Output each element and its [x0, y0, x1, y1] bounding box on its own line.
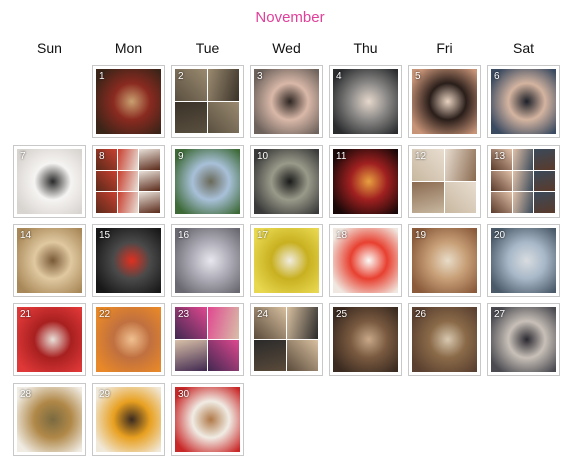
calendar-day-29[interactable]: 29 [92, 383, 165, 456]
day-number: 18 [336, 230, 348, 241]
day-number: 30 [178, 389, 190, 400]
calendar-day-13[interactable]: 13 [487, 145, 560, 218]
penguin-cake-photo: 7 [17, 149, 82, 214]
day-number: 7 [20, 151, 26, 162]
day-number: 12 [415, 151, 427, 162]
day-number: 26 [415, 309, 427, 320]
photo-collage: 23 [175, 307, 240, 372]
photo-collage: 8 [96, 149, 161, 214]
coffee-bag-photo: 29 [96, 387, 161, 452]
day-number: 9 [178, 151, 184, 162]
photo-collage: 2 [175, 69, 240, 134]
day-number: 29 [99, 389, 111, 400]
day-number: 5 [415, 71, 421, 82]
day-number: 11 [336, 151, 347, 162]
calendar-day-9[interactable]: 9 [171, 145, 244, 218]
dessert-plate-photo: 30 [175, 387, 240, 452]
calendar-day-25[interactable]: 25 [329, 303, 402, 376]
day-number: 10 [257, 151, 269, 162]
day-number: 21 [20, 309, 32, 320]
hotel-sign-photo: 16 [175, 228, 240, 293]
calendar-day-24[interactable]: 24 [250, 303, 323, 376]
calendar-day-26[interactable]: 26 [408, 303, 481, 376]
day-number: 17 [257, 230, 269, 241]
selfie-photo: 22 [96, 307, 161, 372]
calendar-day-8[interactable]: 8 [92, 145, 165, 218]
calendar-day-5[interactable]: 5 [408, 65, 481, 138]
calendar-day-11[interactable]: 11 [329, 145, 402, 218]
day-number: 24 [257, 309, 269, 320]
day-number: 27 [494, 309, 506, 320]
day-number: 6 [494, 71, 500, 82]
day-number: 22 [99, 309, 111, 320]
friends-sunglasses-photo: 5 [412, 69, 477, 134]
plated-food-photo: 21 [17, 307, 82, 372]
calendar-day-23[interactable]: 23 [171, 303, 244, 376]
calendar-day-19[interactable]: 19 [408, 224, 481, 297]
day-number: 3 [257, 71, 263, 82]
dog-photo: 14 [17, 228, 82, 293]
calendar-day-17[interactable]: 17 [250, 224, 323, 297]
calendar-day-30[interactable]: 30 [171, 383, 244, 456]
weekday-label-wed: Wed [272, 40, 301, 56]
day-number: 28 [20, 389, 32, 400]
weekday-label-fri: Fri [436, 40, 453, 56]
dessert-plate-photo: 18 [333, 228, 398, 293]
dog-photo: 24 [254, 307, 319, 372]
fireplace-room-photo: 25 [333, 307, 398, 372]
day-number: 15 [99, 230, 111, 241]
calendar-day-18[interactable]: 18 [329, 224, 402, 297]
day-number: 19 [415, 230, 427, 241]
day-number: 23 [178, 309, 190, 320]
calendar-day-2[interactable]: 2 [171, 65, 244, 138]
day-number: 14 [20, 230, 32, 241]
calendar-day-10[interactable]: 10 [250, 145, 323, 218]
calendar-day-6[interactable]: 6 [487, 65, 560, 138]
day-number: 1 [99, 71, 105, 82]
window-photo: 20 [491, 228, 556, 293]
room-interior-photo: 12 [412, 149, 477, 214]
food-bowl-photo: 17 [254, 228, 319, 293]
calendar-day-21[interactable]: 21 [13, 303, 86, 376]
car-dashboard-photo: 15 [96, 228, 161, 293]
day-number: 2 [178, 71, 184, 82]
building-person-photo: 10 [254, 149, 319, 214]
group-photo: 27 [491, 307, 556, 372]
car-selfie-photo: 4 [333, 69, 398, 134]
calendar-day-4[interactable]: 4 [329, 65, 402, 138]
selfie-photo: 6 [491, 69, 556, 134]
calendar-day-27[interactable]: 27 [487, 303, 560, 376]
stage-theater-photo: 11 [333, 149, 398, 214]
food-plate-photo: 28 [17, 387, 82, 452]
calendar-day-14[interactable]: 14 [13, 224, 86, 297]
weekday-label-sat: Sat [512, 40, 534, 56]
calendar-day-1[interactable]: 1 [92, 65, 165, 138]
weekday-label-tue: Tue [195, 40, 220, 56]
christmas-decor-photo: 1 [96, 69, 161, 134]
calendar-day-7[interactable]: 7 [13, 145, 86, 218]
dinner-table-photo: 19 [412, 228, 477, 293]
street-trees-photo: 9 [175, 149, 240, 214]
weekday-label-thu: Thu [353, 40, 378, 56]
day-number: 20 [494, 230, 506, 241]
month-title: November [255, 9, 325, 26]
calendar-day-15[interactable]: 15 [92, 224, 165, 297]
calendar-day-28[interactable]: 28 [13, 383, 86, 456]
calendar-day-16[interactable]: 16 [171, 224, 244, 297]
day-number: 25 [336, 309, 348, 320]
day-number: 13 [494, 151, 506, 162]
day-number: 8 [99, 151, 105, 162]
selfie-photo: 3 [254, 69, 319, 134]
dining-room-photo: 26 [412, 307, 477, 372]
calendar-day-22[interactable]: 22 [92, 303, 165, 376]
calendar-day-3[interactable]: 3 [250, 65, 323, 138]
weekday-label-sun: Sun [37, 40, 62, 56]
day-number: 4 [336, 71, 342, 82]
calendar-day-20[interactable]: 20 [487, 224, 560, 297]
weekday-label-mon: Mon [114, 40, 143, 56]
calendar-day-12[interactable]: 12 [408, 145, 481, 218]
photo-collage: 13 [491, 149, 556, 214]
day-number: 16 [178, 230, 190, 241]
